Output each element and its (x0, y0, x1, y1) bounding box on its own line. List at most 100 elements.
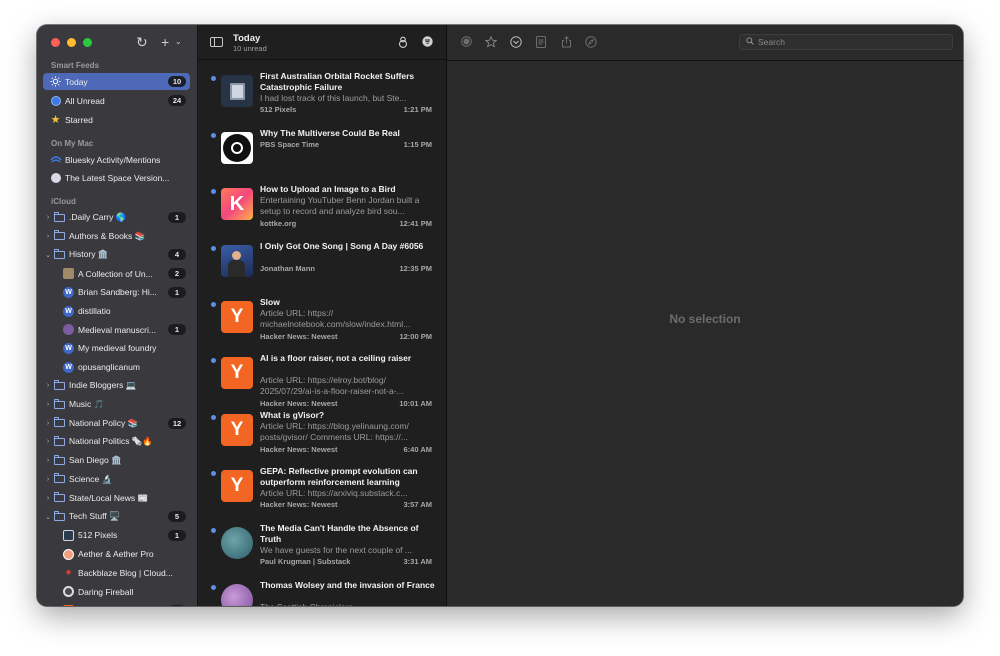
unread-dot (211, 302, 216, 307)
sidebar-item-label: My medieval foundry (78, 343, 157, 354)
section-icloud: iCloud (51, 197, 76, 206)
chevron-right-icon[interactable]: › (43, 457, 53, 464)
article-summary: Article URL: https:// michaelnotebook.co… (260, 308, 411, 329)
star-icon: ★ (50, 114, 61, 126)
wordpress-icon: W (62, 286, 75, 299)
close-window-button[interactable] (51, 38, 60, 47)
article-title: Slow (260, 297, 280, 307)
sidebar-item-science[interactable]: › Science 🔬 (43, 471, 190, 488)
pbs-space-time-thumbnail (221, 132, 253, 164)
search-input[interactable] (756, 37, 940, 47)
sidebar-item-label: distillatio (78, 306, 111, 316)
list-subtitle: 10 unread (233, 44, 267, 53)
chevron-right-icon[interactable]: › (43, 233, 53, 240)
chevron-down-icon[interactable]: ⌄ (43, 513, 53, 521)
search-field[interactable] (739, 34, 953, 50)
sidebar-item-daily-carry[interactable]: › .Daily Carry 🌎 1 (43, 209, 190, 226)
reader-view-icon[interactable] (535, 36, 547, 48)
sidebar-item-backblaze-blog-cloud[interactable]: ● Backblaze Blog | Cloud... (43, 564, 190, 581)
open-in-browser-icon[interactable] (585, 36, 597, 48)
sidebar-item-distillatio[interactable]: Wdistillatio (43, 303, 190, 320)
article-title: Thomas Wolsey and the invasion of France (260, 580, 435, 590)
sidebar-item-label: Hacker News: Newest (78, 605, 168, 606)
sidebar-item-today[interactable]: Today 10 (43, 73, 190, 90)
sidebar-item-san-diego[interactable]: › San Diego 🏛️ (43, 452, 190, 469)
chevron-down-icon[interactable]: ⌄ (43, 251, 53, 259)
sidebar-item-opusanglicanum[interactable]: Wopusanglicanum (43, 359, 190, 376)
article-row[interactable]: I Only Got One Song | Song A Day #6056 Jo… (198, 241, 446, 297)
share-icon[interactable] (560, 36, 572, 48)
article-summary: We have guests for the next couple of ..… (260, 545, 412, 555)
add-icon[interactable]: + (161, 33, 169, 51)
article-meta: Hacker News: Newest 10:01 AM (260, 399, 432, 408)
article-row[interactable]: First Australian Orbital Rocket Suffers … (198, 71, 446, 127)
sidebar-item-indie-bloggers[interactable]: › Indie Bloggers 💻 (43, 377, 190, 394)
article-row[interactable]: Y Slow Article URL: https:// michaelnotebo… (198, 297, 446, 353)
sidebar-item-all-unread[interactable]: All Unread 24 (43, 92, 190, 109)
sidebar-item-national-politics[interactable]: › National Politics 🗞️🔥 (43, 433, 190, 450)
article-row[interactable]: Thomas Wolsey and the invasion of France… (198, 580, 446, 606)
chevron-right-icon[interactable]: › (43, 495, 53, 502)
sidebar-item-512-pixels[interactable]: 512 Pixels 1 (43, 527, 190, 544)
article-title: What is gVisor? (260, 410, 325, 420)
article-row[interactable]: Y GEPA: Reflective prompt evolution can o… (198, 466, 446, 522)
unread-count-badge: 1 (168, 286, 186, 298)
unread-count-badge: 12 (168, 417, 186, 429)
sidebar-item-brian-sandberg-hi[interactable]: W Brian Sandberg: Hi... 1 (43, 284, 190, 301)
chevron-right-icon[interactable]: › (43, 214, 53, 221)
filter-icon[interactable] (422, 36, 433, 47)
article-summary: I had lost track of this launch, but Ste… (260, 93, 407, 103)
chevron-down-icon[interactable]: ⌄ (175, 33, 182, 51)
window-controls (51, 38, 92, 47)
article-row[interactable]: Y What is gVisor? Article URL: https://blo… (198, 410, 446, 466)
sidebar-item-history[interactable]: ⌄ History 🏛️ 4 (43, 246, 190, 263)
sidebar-item-aether-aether-pro[interactable]: Aether & Aether Pro (43, 546, 190, 563)
sidebar-item-hacker-news-newest[interactable]: YHacker News: Newest1 (43, 602, 190, 606)
sidebar-item-a-collection-of-un[interactable]: A Collection of Un... 2 (43, 265, 190, 282)
sidebar-item-latest-space-version[interactable]: The Latest Space Version... (43, 169, 190, 186)
sidebar-item-national-policy[interactable]: › National Policy 📚 12 (43, 415, 190, 432)
article-title: I Only Got One Song | Song A Day #6056 (260, 241, 424, 251)
chevron-right-icon[interactable]: › (43, 382, 53, 389)
sidebar-item-bluesky[interactable]: Bluesky Activity/Mentions (43, 151, 190, 168)
sidebar-item-daring-fireball[interactable]: Daring Fireball (43, 583, 190, 600)
zoom-window-button[interactable] (83, 38, 92, 47)
article-source: Jonathan Mann (260, 264, 316, 273)
unread-dot (211, 246, 216, 251)
article-row[interactable]: The Media Can't Handle the Absence of Tr… (198, 523, 446, 579)
article-meta: Paul Krugman | Substack 3:31 AM (260, 557, 432, 566)
sidebar-item-label: San Diego 🏛️ (69, 455, 122, 466)
article-time: 1:15 PM (403, 140, 432, 149)
512-pixels-icon (62, 529, 75, 542)
kottke-thumbnail: K (221, 188, 253, 220)
article-list: Today 10 unread First Australian Orbital… (198, 25, 447, 606)
mark-all-read-icon[interactable] (397, 36, 408, 48)
manuscript-feed-icon (62, 323, 75, 336)
article-row[interactable]: Why The Multiverse Could Be Real PBS Spac… (198, 128, 446, 184)
article-row[interactable]: K How to Upload an Image to a Bird Enterta… (198, 184, 446, 240)
mark-unread-icon[interactable] (460, 36, 472, 48)
chevron-right-icon[interactable]: › (43, 401, 53, 408)
sidebar-item-my-medieval-foundry[interactable]: W My medieval foundry (43, 340, 190, 357)
article-row[interactable]: Y AI is a floor raiser, not a ceiling rai… (198, 353, 446, 409)
sidebar-item-authors-books[interactable]: › Authors & Books 📚 (43, 228, 190, 245)
next-unread-icon[interactable] (510, 36, 522, 48)
aether-icon (62, 548, 75, 561)
article-title: How to Upload an Image to a Bird (260, 184, 396, 194)
chevron-right-icon[interactable]: › (43, 476, 53, 483)
sidebar-item-medieval-manuscri[interactable]: Medieval manuscri... 1 (43, 321, 190, 338)
article-time: 1:21 PM (403, 105, 432, 114)
chevron-right-icon[interactable]: › (43, 438, 53, 445)
minimize-window-button[interactable] (67, 38, 76, 47)
sidebar-item-tech-stuff[interactable]: ⌄ Tech Stuff 🖥️ 5 (43, 508, 190, 525)
sidebar-item-state-local-news[interactable]: › State/Local News 📰 (43, 490, 190, 507)
sidebar-item-label: Backblaze Blog | Cloud... (78, 567, 173, 578)
refresh-icon[interactable]: ↻ (136, 33, 148, 51)
chevron-right-icon[interactable]: › (43, 420, 53, 427)
sidebar-item-music[interactable]: › Music 🎵 (43, 396, 190, 413)
sidebar-toggle-icon[interactable] (210, 37, 223, 47)
folder-icon (53, 510, 66, 523)
star-toggle-icon[interactable] (484, 35, 498, 48)
hacker-news-thumbnail: Y (221, 414, 253, 446)
sidebar-item-starred[interactable]: ★ Starred (43, 111, 190, 128)
